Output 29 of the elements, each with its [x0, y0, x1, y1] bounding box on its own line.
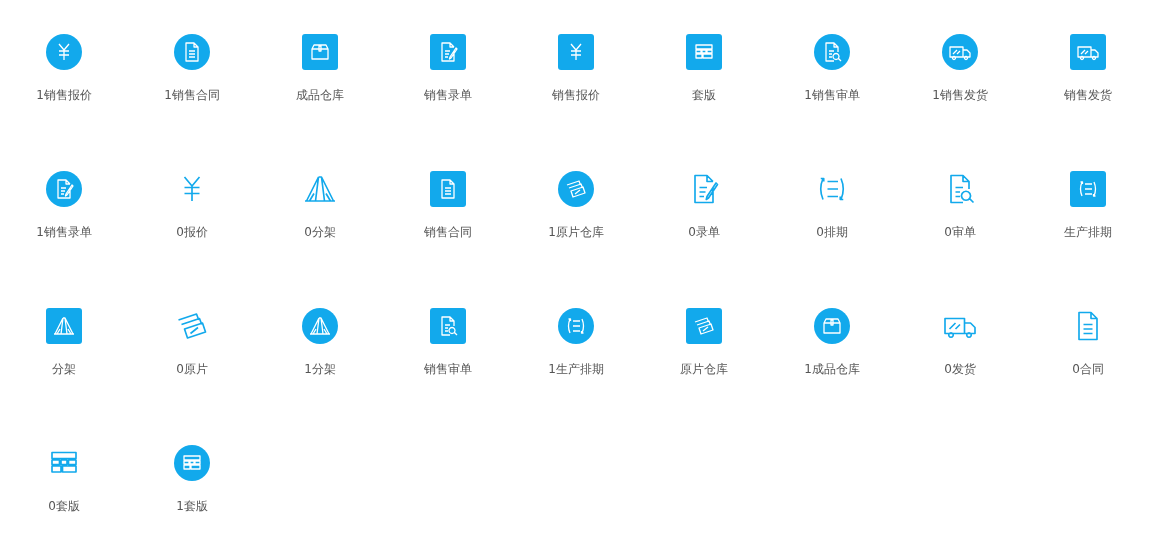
icon-label: 1销售录单: [36, 224, 92, 240]
icon-label: 1销售发货: [932, 87, 988, 103]
icon-label: 1分架: [304, 361, 336, 377]
icon-label: 0发货: [944, 361, 976, 377]
icon-label: 0报价: [176, 224, 208, 240]
icon-label: 销售发货: [1064, 87, 1112, 103]
icon-label: 1销售合同: [164, 87, 220, 103]
icon-label: 生产排期: [1064, 224, 1112, 240]
icon-label: 销售审单: [424, 361, 472, 377]
icon-label: 销售合同: [424, 224, 472, 240]
icon-label: 1销售审单: [804, 87, 860, 103]
icon-label: 0套版: [48, 498, 80, 514]
icon-label: 销售报价: [552, 87, 600, 103]
icon-label: 分架: [52, 361, 76, 377]
icon-label: 原片仓库: [680, 361, 728, 377]
icon-label: 0分架: [304, 224, 336, 240]
icon-label: 1生产排期: [548, 361, 604, 377]
icon-label: 0排期: [816, 224, 848, 240]
icon-label: 0审单: [944, 224, 976, 240]
icon-label: 1成品仓库: [804, 361, 860, 377]
icon-label: 0录单: [688, 224, 720, 240]
icon-label: 1销售报价: [36, 87, 92, 103]
icon-label: 套版: [692, 87, 716, 103]
icon-label: 1套版: [176, 498, 208, 514]
icon-label: 销售录单: [424, 87, 472, 103]
icon-label: 1原片仓库: [548, 224, 604, 240]
icon-label: 0原片: [176, 361, 208, 377]
icon-label: 0合同: [1072, 361, 1104, 377]
icon-label: 成品仓库: [296, 87, 344, 103]
